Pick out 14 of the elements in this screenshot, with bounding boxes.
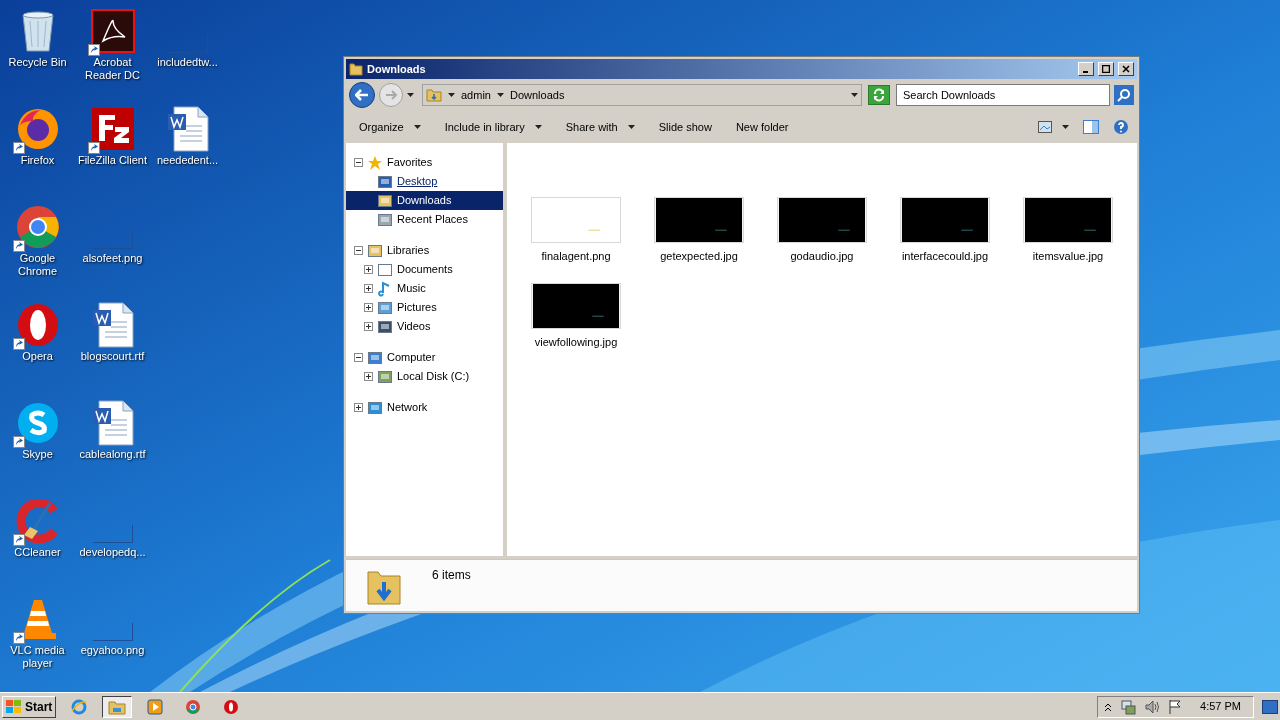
windows-logo-icon: [6, 699, 22, 714]
opera-icon: [223, 698, 240, 715]
clock[interactable]: 4:57 PM: [1200, 698, 1241, 715]
taskbar-app-button[interactable]: [102, 695, 133, 718]
show-desktop-button[interactable]: [1262, 699, 1278, 714]
folder-icon: [108, 698, 127, 715]
ie-icon: [71, 698, 88, 715]
network-icon[interactable]: [1120, 698, 1137, 715]
speaker-icon[interactable]: [1144, 698, 1161, 715]
start-button[interactable]: Start: [2, 695, 57, 718]
flag-icon[interactable]: [1168, 698, 1183, 715]
media-player-icon: [147, 698, 164, 715]
chevron-up-icon[interactable]: [1104, 701, 1113, 712]
chrome-icon: [185, 698, 202, 715]
